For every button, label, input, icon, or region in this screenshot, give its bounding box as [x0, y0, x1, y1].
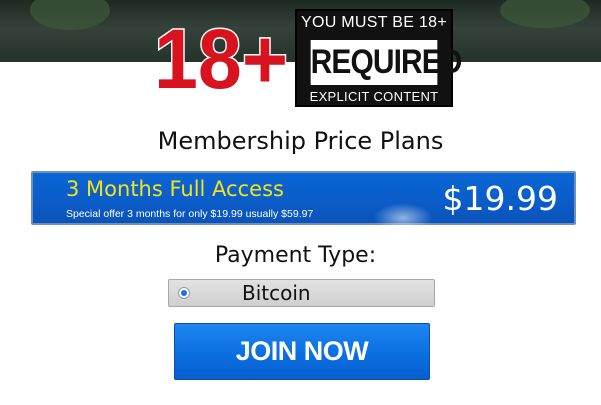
join-now-button[interactable]: JOIN NOW	[174, 323, 430, 380]
radio-selected-dot	[181, 290, 187, 296]
bitcoin-radio-button[interactable]	[178, 287, 190, 299]
age-number: 18+	[154, 12, 288, 100]
plan-option-3-months[interactable]: 3 Months Full Access Special offer 3 mon…	[31, 171, 576, 233]
payment-type-title: Payment Type:	[214, 243, 377, 268]
payment-option-label: Bitcoin	[242, 281, 311, 305]
plan-highlight	[373, 203, 433, 233]
plan-description: Special offer 3 months for only $19.99 u…	[66, 208, 314, 220]
explicit-content-label: EXPLICIT CONTENT	[309, 89, 439, 104]
required-label: REQUIRED	[310, 40, 462, 85]
plan-price: $19.99	[442, 179, 558, 218]
age-requirement-text: YOU MUST BE 18+	[300, 14, 448, 31]
foliage-decoration	[500, 0, 590, 28]
join-now-label: JOIN NOW	[235, 336, 369, 366]
payment-option-bitcoin[interactable]: Bitcoin	[168, 279, 435, 307]
age-18-plus-logo: 18+	[150, 8, 292, 101]
plan-name: 3 Months Full Access	[66, 177, 284, 201]
foliage-decoration	[30, 0, 110, 30]
price-plans-title: Membership Price Plans	[157, 127, 444, 155]
age-warning-box: YOU MUST BE 18+ REQUIRED EXPLICIT CONTEN…	[295, 9, 462, 107]
